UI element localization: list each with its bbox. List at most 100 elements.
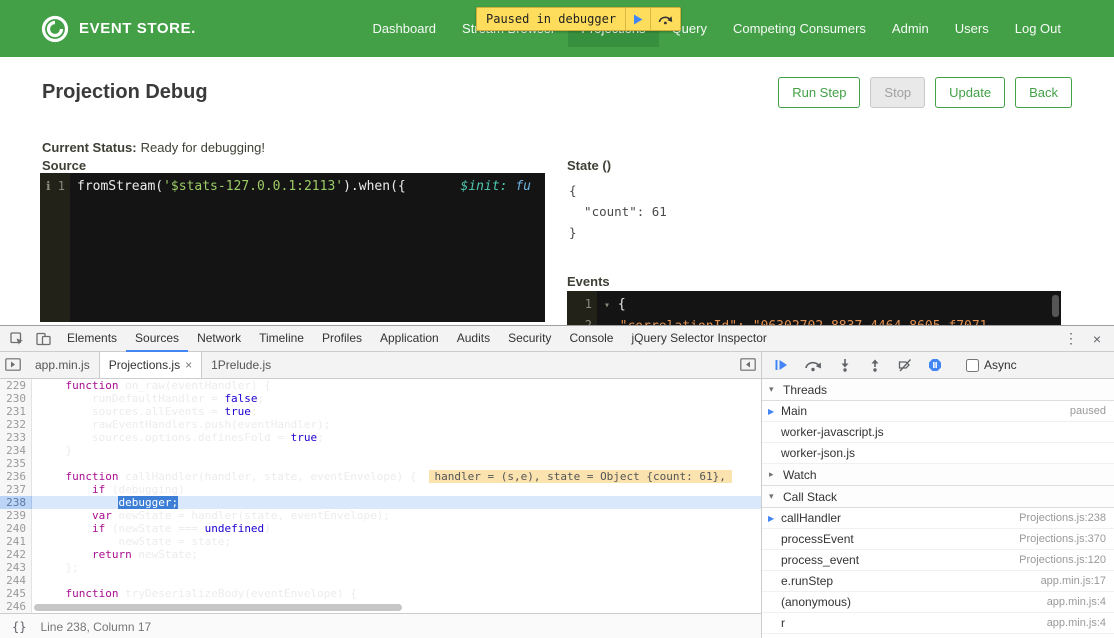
stack-frame-e-runstep[interactable]: e.runStepapp.min.js:17 <box>762 571 1114 592</box>
gutter-line-238[interactable]: 238 <box>0 496 32 509</box>
file-tab-label: 1Prelude.js <box>211 358 271 372</box>
step-over-icon[interactable] <box>804 358 822 372</box>
screen: EVENT STORE. DashboardStream BrowserProj… <box>0 0 1114 638</box>
events-scrollbar[interactable] <box>1052 295 1059 317</box>
call-stack-section-header[interactable]: ▾ Call Stack <box>762 486 1114 508</box>
devtools-tab-jquery-selector-inspector[interactable]: jQuery Selector Inspector <box>622 326 775 352</box>
banner-resume-icon[interactable] <box>625 8 650 30</box>
file-tab-1prelude-js[interactable]: 1Prelude.js <box>202 352 280 378</box>
inspect-element-icon[interactable] <box>4 326 30 351</box>
frame-location: app.min.js:4 <box>1037 596 1106 608</box>
close-file-tab-icon[interactable]: × <box>185 358 192 372</box>
gutter-line-237[interactable]: 237 <box>0 483 32 496</box>
device-toolbar-icon[interactable] <box>30 326 56 351</box>
horizontal-scrollbar[interactable] <box>34 604 402 611</box>
devtools-tab-console[interactable]: Console <box>560 326 622 352</box>
gutter-line-235[interactable]: 235 <box>0 457 32 470</box>
nav-item-admin[interactable]: Admin <box>879 10 942 47</box>
gutter-line-230[interactable]: 230 <box>0 392 32 405</box>
step-into-icon[interactable] <box>838 358 852 372</box>
gutter-line-244[interactable]: 244 <box>0 574 32 587</box>
devtools-tabs: ElementsSourcesNetworkTimelineProfilesAp… <box>58 326 776 352</box>
devtools-tab-security[interactable]: Security <box>499 326 560 352</box>
nav-item-users[interactable]: Users <box>942 10 1002 47</box>
gutter-line-243[interactable]: 243 <box>0 561 32 574</box>
events-editor[interactable]: 12 ▾ { "correlationId": "06302702-8837-4… <box>567 291 1061 325</box>
gutter-line-234[interactable]: 234 <box>0 444 32 457</box>
run-step-button[interactable]: Run Step <box>778 77 860 108</box>
show-navigator-icon[interactable] <box>0 352 26 377</box>
gutter-line-232[interactable]: 232 <box>0 418 32 431</box>
gutter-line-240[interactable]: 240 <box>0 522 32 535</box>
threads-section-header[interactable]: ▾ Threads <box>762 379 1114 401</box>
gutter-line-233[interactable]: 233 <box>0 431 32 444</box>
thread-name: Main <box>781 404 807 418</box>
banner-step-over-icon[interactable] <box>650 8 680 30</box>
file-tabbar: app.min.jsProjections.js× 1Prelude.js <box>0 352 761 379</box>
nav-item-dashboard[interactable]: Dashboard <box>359 10 449 47</box>
code-line-text: function callHandler(handler, state, eve… <box>32 470 761 483</box>
threads-list: ▶Mainpausedworker-javascript.jsworker-js… <box>762 401 1114 464</box>
thread-row-main[interactable]: ▶Mainpaused <box>762 401 1114 422</box>
async-checkbox[interactable] <box>966 359 979 372</box>
stack-frame-anonymous[interactable]: (anonymous)app.min.js:4 <box>762 592 1114 613</box>
file-tab-app-min-js[interactable]: app.min.js <box>26 352 99 378</box>
gutter-line-246[interactable]: 246 <box>0 600 32 613</box>
stack-frame-processevent[interactable]: processEventProjections.js:370 <box>762 529 1114 550</box>
events-label: Events <box>567 274 610 289</box>
devtools-tab-application[interactable]: Application <box>371 326 448 352</box>
deactivate-breakpoints-icon[interactable] <box>898 358 912 372</box>
step-out-icon[interactable] <box>868 358 882 372</box>
frame-function: e.runStep <box>781 574 833 588</box>
close-devtools-icon[interactable]: × <box>1084 326 1110 351</box>
file-tab-projections-js[interactable]: Projections.js× <box>99 352 202 378</box>
gutter-line-241[interactable]: 241 <box>0 535 32 548</box>
gutter-line-229[interactable]: 229 <box>0 379 32 392</box>
code-line-text: sources.allEvents = true; <box>32 405 761 418</box>
gutter-line-239[interactable]: 239 <box>0 509 32 522</box>
code-line-text: newState = state; <box>32 535 761 548</box>
frame-function: r <box>781 616 785 630</box>
panel-toggle-icon[interactable] <box>735 352 761 377</box>
watch-title: Watch <box>783 468 817 482</box>
stack-frame-callhandler[interactable]: ▶callHandlerProjections.js:238 <box>762 508 1114 529</box>
stop-button[interactable]: Stop <box>870 77 925 108</box>
pretty-print-icon[interactable]: {} <box>12 620 26 634</box>
devtools-tab-audits[interactable]: Audits <box>448 326 499 352</box>
devtools-tab-network[interactable]: Network <box>188 326 250 352</box>
devtools-tab-sources[interactable]: Sources <box>126 326 188 352</box>
code-line-240: 240 if (newState === undefined) <box>0 522 761 535</box>
nav-item-log-out[interactable]: Log Out <box>1002 10 1074 47</box>
current-thread-marker-icon: ▶ <box>768 407 774 416</box>
stack-frame-r[interactable]: r app.min.js:4 <box>762 613 1114 634</box>
paused-in-debugger-banner: Paused in debugger <box>476 7 681 31</box>
code-editor[interactable]: 229 function on_raw(eventHandler) {230 r… <box>0 379 761 613</box>
brand[interactable]: EVENT STORE. <box>40 14 196 44</box>
devtools-tab-profiles[interactable]: Profiles <box>313 326 371 352</box>
page-actions: Run Step Stop Update Back <box>768 77 1072 108</box>
state-json: { "count": 61 } <box>569 180 667 243</box>
frame-location: app.min.js:4 <box>1037 617 1106 629</box>
thread-row-worker-javascript-js[interactable]: worker-javascript.js <box>762 422 1114 443</box>
stack-frame-process-event[interactable]: process_eventProjections.js:120 <box>762 550 1114 571</box>
paused-banner-text: Paused in debugger <box>477 8 625 30</box>
devtools-tab-elements[interactable]: Elements <box>58 326 126 352</box>
code-line-233: 233 sources.options.definesFold = true; <box>0 431 761 444</box>
resume-script-icon[interactable] <box>774 358 788 372</box>
watch-section-header[interactable]: ▸ Watch <box>762 464 1114 486</box>
gutter-line-231[interactable]: 231 <box>0 405 32 418</box>
back-button[interactable]: Back <box>1015 77 1072 108</box>
devtools-tab-timeline[interactable]: Timeline <box>250 326 313 352</box>
overflow-menu-icon[interactable]: ⋮ <box>1058 326 1084 351</box>
thread-row-worker-json-js[interactable]: worker-json.js <box>762 443 1114 464</box>
pause-on-exceptions-icon[interactable] <box>928 358 942 372</box>
nav-item-competing-consumers[interactable]: Competing Consumers <box>720 10 879 47</box>
update-button[interactable]: Update <box>935 77 1005 108</box>
code-line-text: rawEventHandlers.push(eventHandler); <box>32 418 761 431</box>
gutter-line-242[interactable]: 242 <box>0 548 32 561</box>
code-line-234: 234 } <box>0 444 761 457</box>
gutter-line-236[interactable]: 236 <box>0 470 32 483</box>
fold-icon[interactable]: ▾ <box>604 300 610 311</box>
gutter-line-245[interactable]: 245 <box>0 587 32 600</box>
source-editor[interactable]: ℹ 1 fromStream('$stats-127.0.0.1:2113').… <box>40 173 545 322</box>
